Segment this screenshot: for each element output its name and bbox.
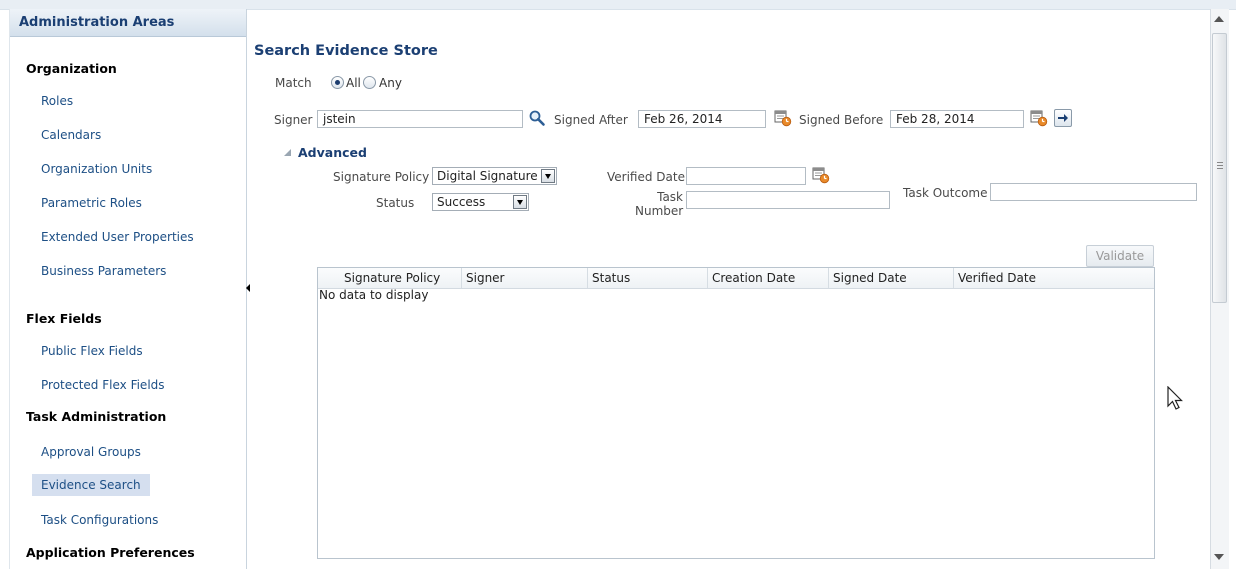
column-header-verified-date[interactable]: Verified Date	[954, 268, 1152, 288]
column-header-creation-date[interactable]: Creation Date	[708, 268, 829, 288]
calendar-icon[interactable]	[774, 109, 792, 127]
go-button[interactable]	[1054, 109, 1072, 127]
section-flex-fields: Flex Fields	[26, 311, 102, 326]
search-evidence-panel: Search Evidence Store Match All Any Sign…	[252, 9, 1210, 569]
match-any-radio[interactable]	[363, 76, 376, 89]
vertical-scrollbar[interactable]	[1210, 9, 1229, 569]
signed-after-label: Signed After	[554, 113, 628, 127]
signature-policy-select[interactable]: Digital Signature	[432, 167, 557, 185]
advanced-toggle[interactable]: Advanced	[298, 145, 367, 160]
sidebar-item-protected-flex-fields[interactable]: Protected Flex Fields	[32, 374, 174, 396]
verified-date-label: Verified Date	[607, 170, 685, 184]
arrow-right-icon	[1058, 114, 1068, 122]
calendar-icon[interactable]	[1030, 109, 1048, 127]
task-number-label-line1: Task	[657, 190, 683, 204]
section-task-administration: Task Administration	[26, 409, 167, 424]
section-organization: Organization	[26, 61, 117, 76]
sidebar-item-organization-units[interactable]: Organization Units	[32, 158, 161, 180]
sidebar-item-task-configurations[interactable]: Task Configurations	[32, 509, 167, 531]
task-number-label-line2: Number	[635, 204, 684, 218]
chevron-down-icon	[513, 195, 527, 209]
task-outcome-input[interactable]	[990, 183, 1197, 201]
grip-line	[1217, 168, 1223, 169]
validate-button[interactable]: Validate	[1086, 245, 1154, 267]
column-header-signer[interactable]: Signer	[462, 268, 588, 288]
sidebar-item-approval-groups[interactable]: Approval Groups	[32, 441, 150, 463]
scroll-down-icon[interactable]	[1214, 554, 1224, 560]
scroll-up-icon[interactable]	[1214, 16, 1224, 22]
match-label: Match	[275, 76, 312, 90]
grip-line	[1217, 165, 1223, 166]
signature-policy-label: Signature Policy	[333, 170, 430, 184]
sidebar-item-roles[interactable]: Roles	[32, 90, 82, 112]
match-all-radio[interactable]	[331, 76, 344, 89]
sidebar-item-evidence-search[interactable]: Evidence Search	[32, 474, 150, 496]
column-header-signed-date[interactable]: Signed Date	[829, 268, 954, 288]
panel-header: Administration Areas	[10, 9, 246, 37]
administration-areas-panel: Administration Areas Organization Roles …	[9, 9, 247, 569]
status-select[interactable]: Success	[432, 193, 529, 211]
signed-after-input[interactable]: Feb 26, 2014	[638, 110, 766, 128]
table-header-row: Signature Policy Signer Status Creation …	[318, 268, 1154, 289]
signer-input[interactable]: jstein	[317, 110, 523, 128]
match-any-label: Any	[379, 76, 402, 90]
sidebar-item-parametric-roles[interactable]: Parametric Roles	[32, 192, 151, 214]
page-title: Search Evidence Store	[254, 43, 438, 59]
match-all-label: All	[346, 76, 361, 90]
sidebar-item-extended-user-properties[interactable]: Extended User Properties	[32, 226, 203, 248]
sidebar-item-public-flex-fields[interactable]: Public Flex Fields	[32, 340, 152, 362]
column-header-signature-policy[interactable]: Signature Policy	[318, 268, 462, 288]
grip-line	[1217, 162, 1223, 163]
signer-label: Signer	[274, 113, 313, 127]
signature-policy-value: Digital Signature	[437, 169, 538, 183]
sidebar-item-calendars[interactable]: Calendars	[32, 124, 110, 146]
column-header-status[interactable]: Status	[588, 268, 708, 288]
status-value: Success	[437, 195, 486, 209]
mouse-cursor-icon	[1167, 386, 1183, 410]
section-application-preferences: Application Preferences	[26, 545, 195, 560]
verified-date-input[interactable]	[686, 167, 806, 185]
signed-before-input[interactable]: Feb 28, 2014	[890, 110, 1024, 128]
task-number-input[interactable]	[686, 191, 890, 209]
collapse-left-icon[interactable]	[245, 276, 252, 300]
results-table: Signature Policy Signer Status Creation …	[317, 267, 1155, 559]
disclosure-triangle-icon[interactable]	[284, 149, 291, 156]
calendar-icon[interactable]	[812, 166, 830, 184]
sidebar-item-business-parameters[interactable]: Business Parameters	[32, 260, 175, 282]
task-outcome-label: Task Outcome	[903, 186, 988, 200]
empty-table-message: No data to display	[319, 288, 429, 302]
chevron-down-icon	[541, 169, 555, 183]
status-label: Status	[376, 196, 415, 210]
scroll-thumb[interactable]	[1212, 33, 1227, 303]
signed-before-label: Signed Before	[799, 113, 884, 127]
search-icon[interactable]	[528, 109, 546, 127]
